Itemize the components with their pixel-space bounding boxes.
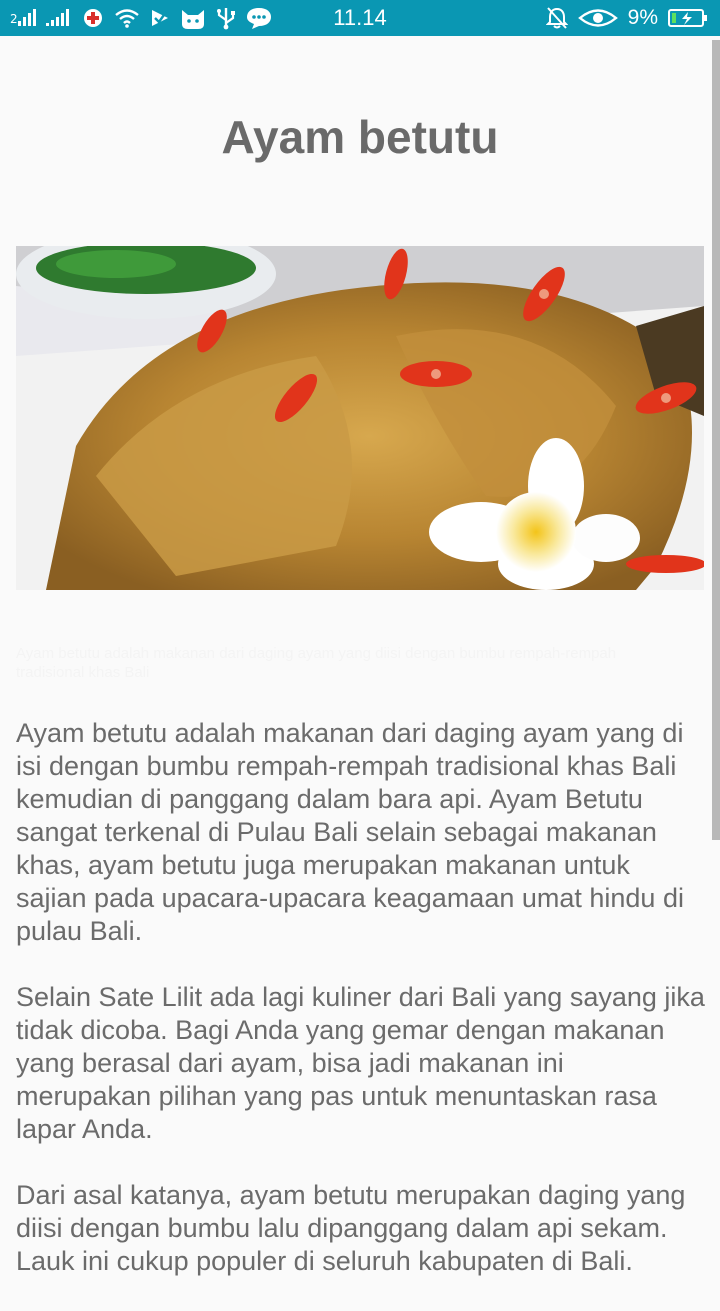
sim-signal-icon: 2 <box>10 0 36 36</box>
paragraph-3: Dari asal katanya, ayam betutu merupakan… <box>16 1180 686 1276</box>
scrollbar[interactable] <box>712 40 720 840</box>
chat-icon <box>246 0 272 36</box>
paragraph-2: Selain Sate Lilit ada lagi kuliner dari … <box>16 982 705 1144</box>
svg-text:2: 2 <box>10 12 18 26</box>
check-icon <box>150 0 170 36</box>
article-body: Ayam betutu adalah makanan dari daging a… <box>16 717 706 1311</box>
food-photo <box>16 246 704 590</box>
wifi-icon <box>114 0 140 36</box>
debug-icon <box>82 0 104 36</box>
status-bar: 2 11.14 9% <box>0 0 720 36</box>
battery-charging-icon <box>668 0 708 36</box>
battery-percent: 9% <box>627 6 658 29</box>
image-caption: Ayam betutu adalah makanan dari daging a… <box>16 645 617 681</box>
page-title: Ayam betutu <box>221 111 499 163</box>
eye-icon <box>577 0 618 36</box>
paragraph-1: Ayam betutu adalah makanan dari daging a… <box>16 718 684 946</box>
signal-icon <box>46 0 72 36</box>
status-icons-left: 2 <box>10 0 272 36</box>
status-icons-right: 9% <box>545 0 708 36</box>
bell-off-icon <box>545 0 568 36</box>
cat-icon <box>180 0 206 36</box>
usb-icon <box>216 0 236 36</box>
